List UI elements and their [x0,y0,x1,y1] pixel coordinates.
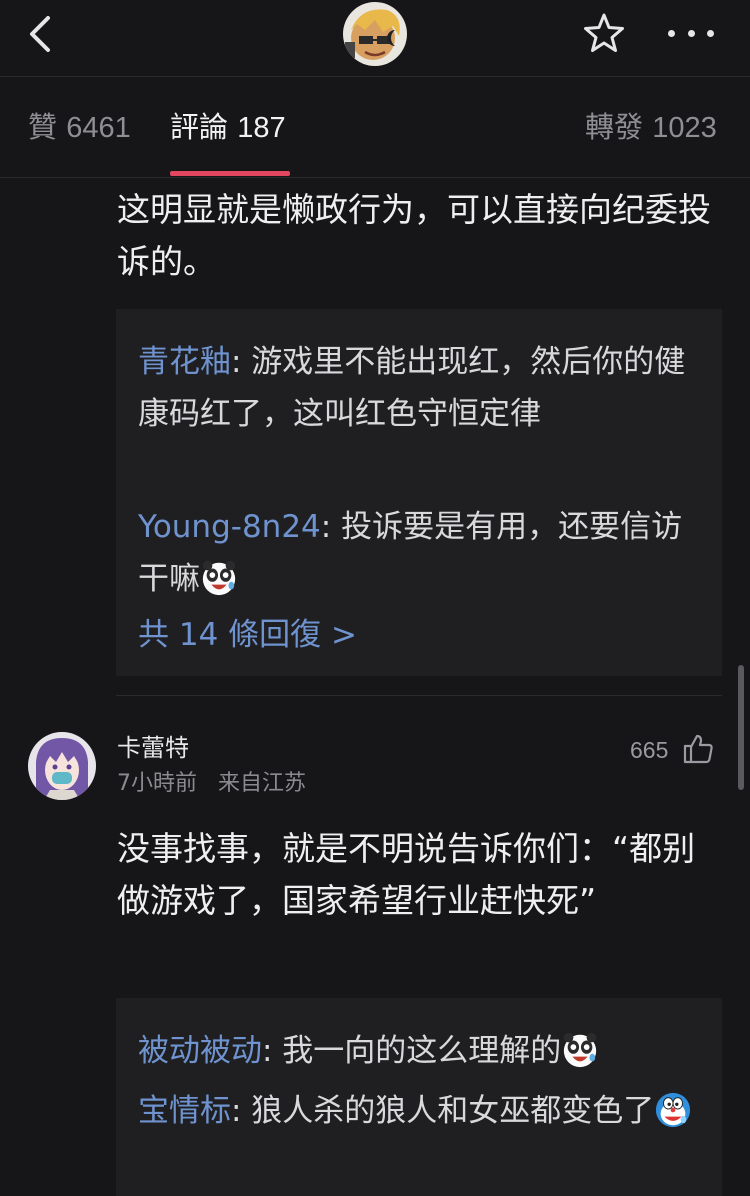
comment-time: 7小時前 [117,771,197,796]
scrollbar[interactable] [738,665,744,790]
commenter-avatar[interactable] [28,732,96,800]
tab-bar: 贊 6461 評論 187 轉發 1023 [0,77,750,178]
more-dots-icon [687,29,695,37]
back-button[interactable] [26,14,60,54]
reply-item[interactable]: 青花釉: 游戏里不能出现红，然后你的健康码红了，这叫红色守恒定律 [138,336,698,440]
like-count: 665 [630,737,669,763]
comment-meta: 7小時前 来自江苏 [117,768,306,800]
comment-text: 这明显就是懒政行为，可以直接向纪委投诉的。 [117,190,711,281]
favorite-button[interactable] [583,12,625,54]
tab-likes-label: 贊 [28,110,58,144]
reply-item[interactable]: 宝情标: 狼人杀的狼人和女巫都变色了 [138,1085,698,1137]
star-icon [584,13,624,52]
doraemon-emoji [656,1092,691,1128]
tab-reposts[interactable]: 轉發 1023 [585,107,717,148]
tab-reposts-label: 轉發 [585,110,644,144]
chevron-left-icon [30,16,50,52]
reply-text: : 狼人杀的狼人和女巫都变色了 [231,1093,655,1129]
panda-laugh-emoji [202,560,236,596]
active-tab-indicator [170,171,290,176]
more-dots-icon [668,29,675,37]
comment-text: 没事找事，就是不明说告诉你们：“都别做游戏了，国家希望行业赶快死” [117,829,696,920]
tab-reposts-count: 1023 [652,112,717,144]
tab-comments-label: 評論 [170,110,229,144]
comment-divider [116,695,722,696]
reply-username[interactable]: 被动被动 [138,1033,262,1069]
reply-username[interactable]: 宝情标 [138,1093,231,1129]
reply-preview-box[interactable]: 被动被动: 我一向的这么理解的 宝情标: 狼人杀的狼人和女巫都变色了 [116,998,722,1196]
more-button[interactable] [668,16,714,50]
tab-comments[interactable]: 評論 187 [170,107,286,148]
avatar-image [343,2,407,66]
reply-item[interactable]: Young-8n24: 投诉要是有用，还要信访干嘛 [138,501,698,605]
tab-likes[interactable]: 贊 6461 [28,107,131,148]
reply-username[interactable]: 青花釉 [138,344,231,380]
top-bar [0,0,750,77]
reply-item[interactable]: 被动被动: 我一向的这么理解的 [138,1025,698,1077]
commenter-name[interactable]: 卡蕾特 [117,731,189,765]
tab-likes-count: 6461 [66,112,131,144]
reply-username[interactable]: Young-8n24 [138,509,321,545]
panda-laugh-emoji [564,1032,597,1068]
view-all-replies-link[interactable]: 共 14 條回復 > [138,613,357,657]
tab-comments-count: 187 [237,112,286,144]
reply-preview-box[interactable]: 青花釉: 游戏里不能出现红，然后你的健康码红了，这叫红色守恒定律 Young-8… [116,309,722,676]
user-avatar[interactable] [343,2,407,66]
thumbs-up-icon[interactable] [682,733,714,765]
comment-location: 来自江苏 [217,771,306,796]
reply-text: : 我一向的这么理解的 [262,1033,562,1069]
avatar-image [28,732,96,800]
more-dots-icon [707,29,714,37]
